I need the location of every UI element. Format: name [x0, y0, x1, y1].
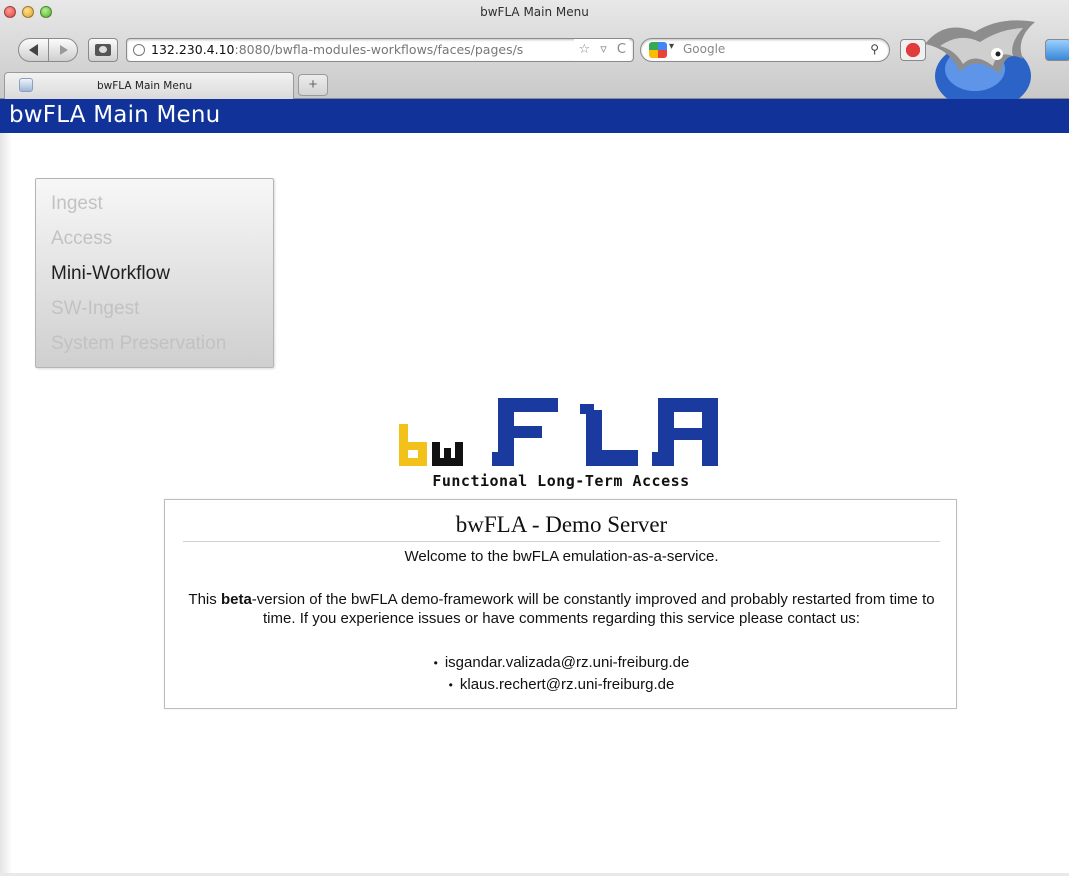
menu-item-system-preservation[interactable]: System Preservation — [36, 331, 273, 366]
url-host: 132.230.4.10 — [151, 42, 235, 57]
screenshot-button[interactable] — [88, 38, 118, 62]
contact-list: isgandar.valizada@rz.uni-freiburg.de kla… — [165, 652, 958, 696]
new-tab-button[interactable]: + — [298, 74, 328, 96]
search-bar[interactable]: ▾ Google ⚲ — [640, 38, 890, 62]
demo-server-info: bwFLA - Demo Server Welcome to the bwFLA… — [164, 499, 957, 709]
contact-email[interactable]: klaus.rechert@rz.uni-freiburg.de — [165, 674, 958, 696]
forward-button[interactable] — [49, 39, 78, 61]
back-button[interactable] — [19, 39, 49, 61]
tab-label: bwFLA Main Menu — [97, 80, 193, 92]
bwfla-logo: Functional Long-Term Access — [396, 396, 726, 492]
back-arrow-icon — [29, 44, 38, 56]
notice-beta: beta — [220, 591, 252, 608]
url-path: :8080/bwfla-modules-workflows/faces/page… — [234, 42, 524, 57]
beta-notice: This beta-version of the bwFLA demo-fram… — [185, 590, 938, 628]
notice-prefix: This — [188, 591, 221, 608]
back-forward-control — [18, 38, 78, 62]
search-placeholder: Google — [683, 42, 726, 56]
page-title: bwFLA Main Menu — [9, 102, 221, 128]
left-shadow — [0, 133, 12, 876]
search-engine-dropdown-icon[interactable]: ▾ — [669, 41, 674, 52]
main-menu: Ingest Access Mini-Workflow SW-Ingest Sy… — [35, 178, 274, 368]
tab-strip: bwFLA Main Menu + — [0, 70, 1069, 99]
contact-email[interactable]: isgandar.valizada@rz.uni-freiburg.de — [165, 652, 958, 674]
menu-item-mini-workflow[interactable]: Mini-Workflow — [36, 261, 273, 296]
page-header: bwFLA Main Menu — [0, 99, 1069, 133]
bwfla-logo-graphic — [399, 398, 718, 466]
page-favicon-icon — [19, 78, 33, 92]
bookmark-star-icon[interactable]: ☆ ▿ C — [574, 39, 629, 61]
tab-bwfla-main-menu[interactable]: bwFLA Main Menu — [4, 72, 294, 99]
globe-icon — [133, 44, 145, 56]
info-title: bwFLA - Demo Server — [183, 512, 940, 542]
menu-item-ingest[interactable]: Ingest — [36, 191, 273, 226]
address-bar[interactable]: 132.230.4.10:8080/bwfla-modules-workflow… — [126, 38, 634, 62]
menu-item-access[interactable]: Access — [36, 226, 273, 261]
welcome-text: Welcome to the bwFLA emulation-as-a-serv… — [404, 548, 719, 565]
notice-body: -version of the bwFLA demo-framework wil… — [251, 591, 935, 627]
browser-chrome: bwFLA Main Menu 132.230.4.10:8080/bwfla-… — [0, 0, 1069, 100]
forward-arrow-icon — [59, 45, 68, 55]
logo-tagline: Functional Long-Term Access — [432, 472, 690, 490]
magnifier-icon[interactable]: ⚲ — [870, 42, 879, 56]
google-icon[interactable] — [649, 42, 667, 58]
menu-item-sw-ingest[interactable]: SW-Ingest — [36, 296, 273, 331]
camera-icon — [95, 44, 111, 56]
